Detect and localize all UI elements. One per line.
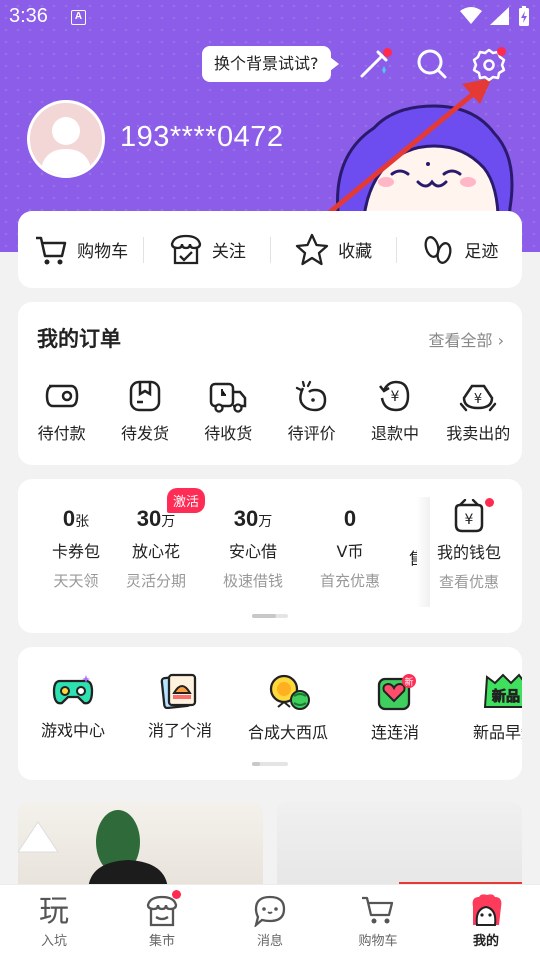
bottom-navigation: 玩 入坑 集市 消息 购物车 我的	[0, 884, 540, 960]
quick-follow-label: 关注	[211, 242, 246, 262]
magic-wand-icon[interactable]	[356, 46, 392, 82]
order-to-receive[interactable]: 待收货	[188, 378, 268, 444]
avatar[interactable]	[27, 100, 105, 178]
feed-image-2	[399, 882, 522, 892]
play-icon: 玩	[39, 894, 69, 927]
refund-icon: ¥	[378, 380, 410, 412]
quick-favorites[interactable]: 收藏	[271, 232, 396, 268]
order-sold[interactable]: ¥ 我卖出的	[438, 378, 518, 444]
orders-view-all-link[interactable]: 查看全部 ›	[428, 327, 504, 351]
nav-cart[interactable]: 购物车	[324, 885, 432, 960]
quick-favorites-label: 收藏	[338, 242, 373, 262]
profile-mascot-icon	[472, 894, 502, 926]
wallet-my-wallet[interactable]: ¥ 我的钱包 查看优惠	[424, 498, 514, 592]
feed-item-2[interactable]	[277, 802, 522, 892]
feed-item-1[interactable]	[18, 802, 263, 892]
nav-mine[interactable]: 我的	[432, 885, 540, 960]
orders-title: 我的订单	[37, 327, 121, 351]
search-icon[interactable]	[414, 46, 450, 82]
game-new-products[interactable]: 新品 新品早知	[450, 673, 522, 743]
quick-footprint-label: 足迹	[464, 242, 499, 262]
star-icon	[295, 233, 329, 265]
watermelon-icon	[269, 674, 310, 710]
wallet-fangxinhua[interactable]: 30万 放心花 灵活分期	[111, 506, 201, 591]
game-watermelon[interactable]: 合成大西瓜	[233, 673, 343, 743]
nav-messages[interactable]: 消息	[216, 885, 324, 960]
feed-image-1	[18, 810, 168, 892]
svg-text:新品: 新品	[492, 688, 520, 705]
order-to-review[interactable]: 待评价	[272, 378, 352, 444]
change-background-tooltip[interactable]: 换个背景试试?	[202, 46, 338, 82]
truck-icon	[210, 382, 247, 413]
user-phone-number[interactable]: 193****0472	[120, 121, 284, 154]
wallet-yen-icon: ¥	[454, 499, 484, 533]
nav-play[interactable]: 玩 入坑	[0, 885, 108, 960]
activate-badge[interactable]: 激活	[167, 488, 206, 513]
game-xiao-le-ge-xiao[interactable]: 消了个消	[125, 673, 235, 741]
nav-market[interactable]: 集市	[108, 885, 216, 960]
cart-icon	[36, 236, 67, 264]
quick-links-card: 购物车 关注 收藏 足迹	[18, 211, 522, 288]
wallet-anxinjie[interactable]: 30万 安心借 极速借钱	[208, 506, 298, 591]
quick-follow[interactable]: 关注	[144, 232, 269, 268]
chevron-right-icon: ›	[497, 331, 504, 350]
order-refunding[interactable]: ¥ 退款中	[355, 378, 435, 444]
order-to-ship[interactable]: 待发货	[105, 378, 185, 444]
settings-gear-icon[interactable]	[471, 46, 507, 82]
wallet-vcoin[interactable]: 0 V币 首充优惠	[305, 506, 395, 591]
game-center[interactable]: 游戏中心	[18, 673, 128, 741]
message-icon	[254, 895, 286, 927]
quick-cart-label: 购物车	[77, 242, 129, 262]
order-pending-payment[interactable]: 待付款	[22, 378, 102, 444]
wallet-coupons[interactable]: 0张 卡券包 天天领	[31, 506, 121, 591]
wallet-finance-card: 0张 卡券包 天天领 30万 放心花 灵活分期 激活 30万 安心借 极速借钱 …	[18, 479, 522, 633]
quick-cart[interactable]: 购物车	[18, 232, 143, 268]
mini-games-card: 游戏中心 消了个消 合成大西瓜 新 连连消 新品 新品早知	[18, 647, 522, 780]
review-icon	[295, 380, 326, 412]
quick-footprint[interactable]: 足迹	[397, 232, 522, 268]
box-icon	[129, 380, 161, 412]
svg-text:¥: ¥	[474, 392, 482, 407]
wallet-pay-icon	[45, 384, 78, 408]
wallet-scroll-indicator	[252, 614, 288, 618]
svg-text:¥: ¥	[465, 512, 474, 528]
cart-icon	[362, 896, 394, 924]
cards-icon	[160, 673, 197, 709]
my-orders-card: 我的订单 查看全部 › 待付款 待发货 待收货 待评价 ¥ 退款中 ¥ 我卖出的	[18, 302, 522, 465]
sold-icon: ¥	[460, 384, 497, 412]
gamepad-icon	[52, 675, 94, 705]
svg-text:新: 新	[404, 676, 413, 688]
game-lian-lian-xiao[interactable]: 新 连连消	[340, 673, 450, 743]
svg-text:玩: 玩	[39, 894, 69, 927]
footprint-icon	[424, 235, 452, 264]
new-product-icon: 新品	[483, 673, 522, 708]
svg-text:¥: ¥	[391, 389, 400, 405]
store-follow-icon	[170, 234, 202, 264]
games-scroll-indicator	[252, 762, 288, 766]
connect-icon: 新	[377, 674, 416, 711]
